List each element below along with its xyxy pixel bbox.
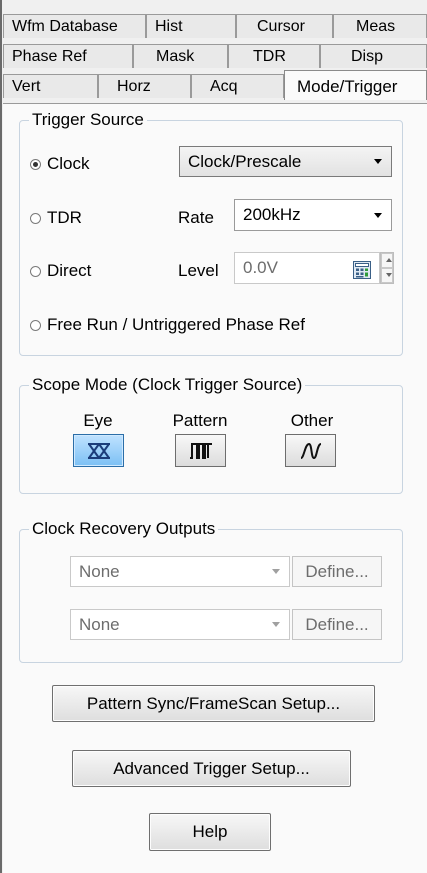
tab-meas[interactable]: Meas xyxy=(333,14,427,38)
advanced-trigger-button[interactable]: Advanced Trigger Setup... xyxy=(72,750,351,787)
arrow-up-icon xyxy=(386,258,392,262)
mode-eye-button[interactable] xyxy=(73,434,124,467)
mode-trigger-window: Wfm Database Hist Cursor Meas Phase Ref … xyxy=(0,0,427,873)
calculator-icon[interactable] xyxy=(353,259,371,279)
pattern-waveform-icon xyxy=(189,442,212,459)
define-output-2-button[interactable]: Define... xyxy=(292,609,382,640)
scope-mode-group: Scope Mode (Clock Trigger Source) Eye Pa… xyxy=(19,375,403,494)
chevron-down-icon xyxy=(272,622,280,627)
rate-value: 200kHz xyxy=(243,205,301,224)
radio-direct-indicator[interactable] xyxy=(30,265,41,277)
radio-direct-label: Direct xyxy=(47,261,92,280)
clock-output-1-value: None xyxy=(79,562,120,581)
trigger-source-group: Trigger Source Clock Clock/Prescale TDR … xyxy=(19,110,403,356)
mode-other-label: Other xyxy=(290,411,334,430)
spin-down-button[interactable] xyxy=(381,268,393,283)
arrow-down-icon xyxy=(386,273,392,277)
radio-free-run-indicator[interactable] xyxy=(30,319,41,331)
tab-hist[interactable]: Hist xyxy=(146,14,236,38)
window-left-border xyxy=(0,0,2,873)
radio-clock-label: Clock xyxy=(47,154,90,173)
clock-output-1-select[interactable]: None xyxy=(70,556,290,587)
tab-strip-divider xyxy=(3,103,427,104)
radio-direct[interactable]: Direct xyxy=(30,261,91,281)
level-value: 0.0V xyxy=(243,258,278,277)
radio-free-run-label: Free Run / Untriggered Phase Ref xyxy=(47,315,305,334)
spin-up-button[interactable] xyxy=(381,253,393,268)
sine-wave-icon xyxy=(300,442,321,459)
tab-acq[interactable]: Acq xyxy=(191,74,284,98)
pattern-sync-button[interactable]: Pattern Sync/FrameScan Setup... xyxy=(52,685,375,722)
chevron-down-icon xyxy=(272,569,280,574)
trigger-source-title: Trigger Source xyxy=(29,110,147,130)
chevron-down-icon xyxy=(374,159,382,164)
clock-source-value: Clock/Prescale xyxy=(188,152,302,171)
mode-pattern-label: Pattern xyxy=(172,411,228,430)
level-input[interactable]: 0.0V xyxy=(234,252,380,284)
radio-clock[interactable]: Clock xyxy=(30,154,90,174)
tab-mode-trigger[interactable]: Mode/Trigger xyxy=(284,70,427,100)
tab-wfm-database[interactable]: Wfm Database xyxy=(3,14,146,38)
tab-phase-ref[interactable]: Phase Ref xyxy=(3,44,133,68)
mode-pattern-button[interactable] xyxy=(175,434,226,467)
clock-output-2-select[interactable]: None xyxy=(70,609,290,640)
tab-cursor[interactable]: Cursor xyxy=(236,14,333,38)
radio-tdr[interactable]: TDR xyxy=(30,208,82,228)
chevron-down-icon xyxy=(374,213,382,218)
mode-other-button[interactable] xyxy=(285,434,336,467)
scope-mode-title: Scope Mode (Clock Trigger Source) xyxy=(29,375,306,395)
mode-trigger-panel: Trigger Source Clock Clock/Prescale TDR … xyxy=(3,104,427,873)
level-label: Level xyxy=(178,261,219,280)
radio-free-run[interactable]: Free Run / Untriggered Phase Ref xyxy=(30,315,305,335)
radio-clock-indicator[interactable] xyxy=(30,158,41,170)
eye-diagram-icon xyxy=(87,442,110,459)
clock-recovery-group: Clock Recovery Outputs None Define... No… xyxy=(19,519,403,663)
tab-disp[interactable]: Disp xyxy=(320,44,427,68)
tab-vert[interactable]: Vert xyxy=(3,74,98,98)
tab-tdr[interactable]: TDR xyxy=(228,44,320,68)
radio-tdr-label: TDR xyxy=(47,208,82,227)
rate-label: Rate xyxy=(178,208,214,227)
tab-mask[interactable]: Mask xyxy=(133,44,228,68)
help-button[interactable]: Help xyxy=(149,813,271,851)
clock-output-2-value: None xyxy=(79,615,120,634)
radio-tdr-indicator[interactable] xyxy=(30,212,41,224)
clock-recovery-title: Clock Recovery Outputs xyxy=(29,519,219,539)
define-output-1-button[interactable]: Define... xyxy=(292,556,382,587)
tab-horz[interactable]: Horz xyxy=(98,74,191,98)
clock-source-select[interactable]: Clock/Prescale xyxy=(179,146,392,177)
mode-eye-label: Eye xyxy=(83,411,113,430)
level-spinner[interactable] xyxy=(380,252,394,284)
rate-select[interactable]: 200kHz xyxy=(234,199,392,231)
